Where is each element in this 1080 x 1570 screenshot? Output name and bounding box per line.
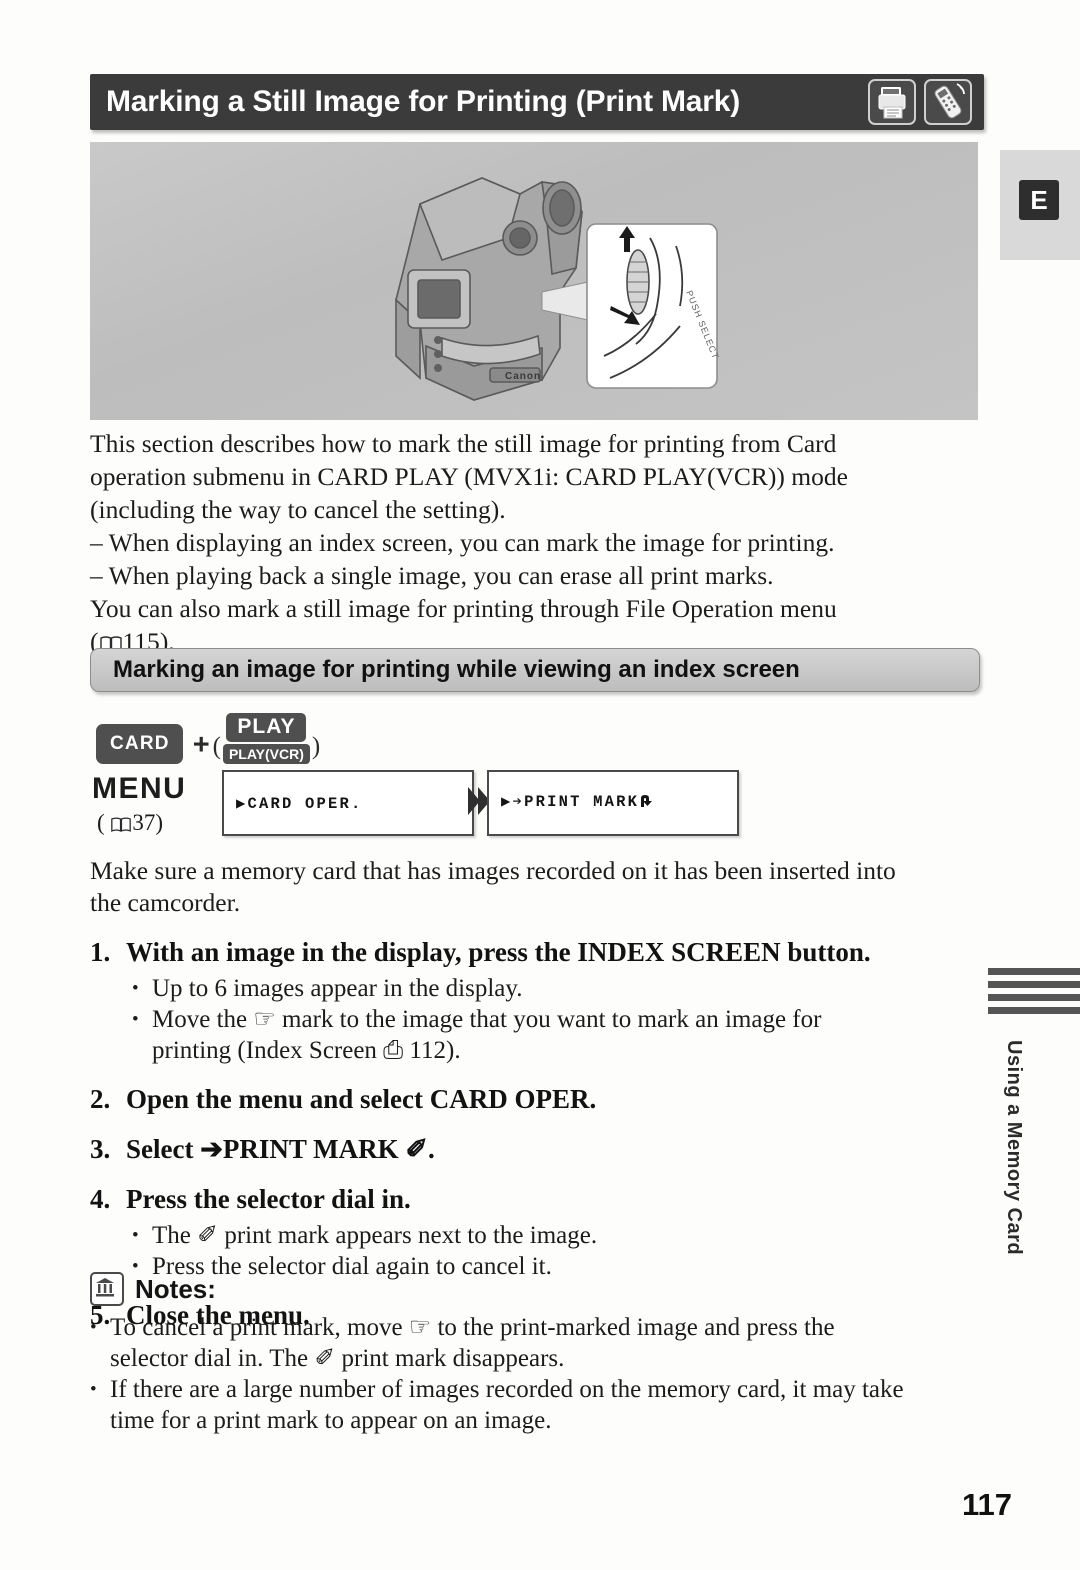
step-1: 1. With an image in the display, press t…: [90, 935, 990, 969]
note-building-icon: [90, 1272, 124, 1306]
bullet-line: Move the ☞ mark to the image that you wa…: [152, 1006, 822, 1033]
menu-label: MENU: [92, 772, 187, 805]
camcorder-illustration: Canon PUSH SELECT: [90, 142, 978, 420]
step-number: 4.: [90, 1184, 111, 1214]
play-mode-badge: PLAY: [226, 713, 307, 742]
step-text: With an image in the display, press the …: [126, 937, 871, 967]
step-4-bullets: • The ✐ print mark appears next to the i…: [90, 1220, 990, 1282]
menu-screen-text: ▶CARD OPER.: [236, 794, 363, 813]
menu-screen-text: ▶➔PRINT MARK: [501, 792, 656, 814]
menu-screen-card-oper: ▶CARD OPER.: [222, 770, 474, 836]
page-number: 117: [962, 1487, 1013, 1522]
step-number: 1.: [90, 937, 111, 967]
page-title-bar: Marking a Still Image for Printing (Prin…: [90, 74, 984, 130]
section-header: Marking an image for printing while view…: [90, 648, 980, 692]
step-text: Press the selector dial in.: [126, 1184, 411, 1214]
side-tab-label: Using a Memory Card: [1003, 1040, 1025, 1256]
list-item: • To cancel a print mark, move ☞ to the …: [90, 1312, 990, 1374]
mode-badge-row: CARD + ( PLAY PLAY(VCR) ): [96, 710, 320, 764]
intro-paragraph: This section describes how to mark the s…: [90, 427, 980, 661]
bullet-dot: •: [132, 1009, 139, 1030]
plus-sign: +: [192, 729, 210, 761]
language-tab-e: E: [1019, 180, 1059, 220]
lead-line: Make sure a memory card that has images …: [90, 856, 896, 885]
step-4: 4. Press the selector dial in.: [90, 1182, 990, 1216]
notes-list: • To cancel a print mark, move ☞ to the …: [90, 1312, 990, 1436]
list-item: • Move the ☞ mark to the image that you …: [132, 1004, 990, 1066]
paren-close: ): [155, 810, 164, 835]
intro-line: – When playing back a single image, you …: [90, 561, 774, 590]
svg-text:Canon: Canon: [505, 371, 541, 382]
instructions-block: Make sure a memory card that has images …: [90, 855, 990, 1332]
note-line: To cancel a print mark, move ☞ to the pr…: [110, 1314, 835, 1341]
bullet-text: To cancel a print mark, move ☞ to the pr…: [110, 1312, 835, 1374]
list-item: • The ✐ print mark appears next to the i…: [132, 1220, 990, 1251]
title-icon-group: [868, 79, 972, 125]
step-2: 2. Open the menu and select CARD OPER.: [90, 1082, 990, 1116]
menu-flow-row: MENU ( 37) ▶CARD OPER. ▶➔PRINT MARK: [92, 770, 752, 840]
intro-line: – When displaying an index screen, you c…: [90, 528, 835, 557]
card-mode-badge: CARD: [96, 724, 183, 764]
list-item: • If there are a large number of images …: [90, 1374, 990, 1436]
lead-paragraph: Make sure a memory card that has images …: [90, 855, 990, 919]
side-tab-bars: [988, 968, 1080, 1032]
lead-line: the camcorder.: [90, 888, 241, 917]
play-vcr-mode-badge: PLAY(VCR): [222, 744, 310, 764]
bullet-dot: •: [90, 1379, 97, 1400]
page-title: Marking a Still Image for Printing (Prin…: [106, 85, 741, 118]
bullet-text: Up to 6 images appear in the display.: [152, 973, 523, 1004]
bullet-text: If there are a large number of images re…: [110, 1374, 904, 1436]
menu-screen-label: ▶➔PRINT MARK: [501, 793, 640, 811]
note-line: selector dial in. The ✐ print mark disap…: [110, 1345, 565, 1372]
bullet-dot: •: [132, 978, 139, 999]
intro-line: This section describes how to mark the s…: [90, 429, 837, 458]
bullet-line: Up to 6 images appear in the display.: [152, 975, 523, 1002]
bullet-line: printing (Index Screen ⎙ 112).: [152, 1037, 461, 1064]
section-header-label: Marking an image for printing while view…: [113, 656, 800, 683]
manual-page: E Marking a Still Image for Printing (Pr…: [0, 0, 1080, 1570]
menu-reference-number: 37: [132, 810, 156, 835]
list-item: • Up to 6 images appear in the display.: [132, 973, 990, 1004]
remote-control-icon: [924, 79, 972, 125]
step-3: 3. Select ➔PRINT MARK ✐.: [90, 1132, 990, 1166]
bullet-line: The ✐ print mark appears next to the ima…: [152, 1222, 598, 1249]
card-printer-icon: [868, 79, 916, 125]
step-number: 2.: [90, 1084, 111, 1114]
intro-line: operation submenu in CARD PLAY (MVX1i: C…: [90, 462, 848, 491]
step-text: Open the menu and select CARD OPER.: [126, 1084, 597, 1114]
menu-screen-print-mark: ▶➔PRINT MARK: [487, 770, 739, 836]
note-line: time for a print mark to appear on an im…: [110, 1407, 552, 1434]
bullet-text: The ✐ print mark appears next to the ima…: [152, 1220, 597, 1251]
paren-open: (: [97, 810, 105, 835]
paren-close: ): [311, 733, 321, 760]
list-item: • Press the selector dial again to cance…: [132, 1251, 990, 1282]
paren-open: (: [212, 733, 221, 760]
print-mark-icon: [639, 794, 656, 814]
step-number: 3.: [90, 1134, 111, 1164]
step-1-bullets: • Up to 6 images appear in the display. …: [90, 973, 990, 1066]
bullet-dot: •: [132, 1225, 139, 1246]
play-mode-stack: PLAY PLAY(VCR): [222, 713, 310, 764]
note-line: If there are a large number of images re…: [110, 1376, 904, 1403]
menu-page-reference: ( 37): [97, 810, 163, 839]
intro-line: (including the way to cancel the setting…: [90, 495, 506, 524]
bullet-text: Move the ☞ mark to the image that you wa…: [152, 1004, 821, 1066]
intro-line: You can also mark a still image for prin…: [90, 594, 837, 623]
notes-header: Notes:: [90, 1272, 216, 1306]
notes-title: Notes:: [135, 1273, 216, 1304]
bullet-dot: •: [90, 1317, 97, 1338]
book-icon: [110, 813, 132, 839]
step-text: Select ➔PRINT MARK ✐.: [126, 1134, 435, 1164]
